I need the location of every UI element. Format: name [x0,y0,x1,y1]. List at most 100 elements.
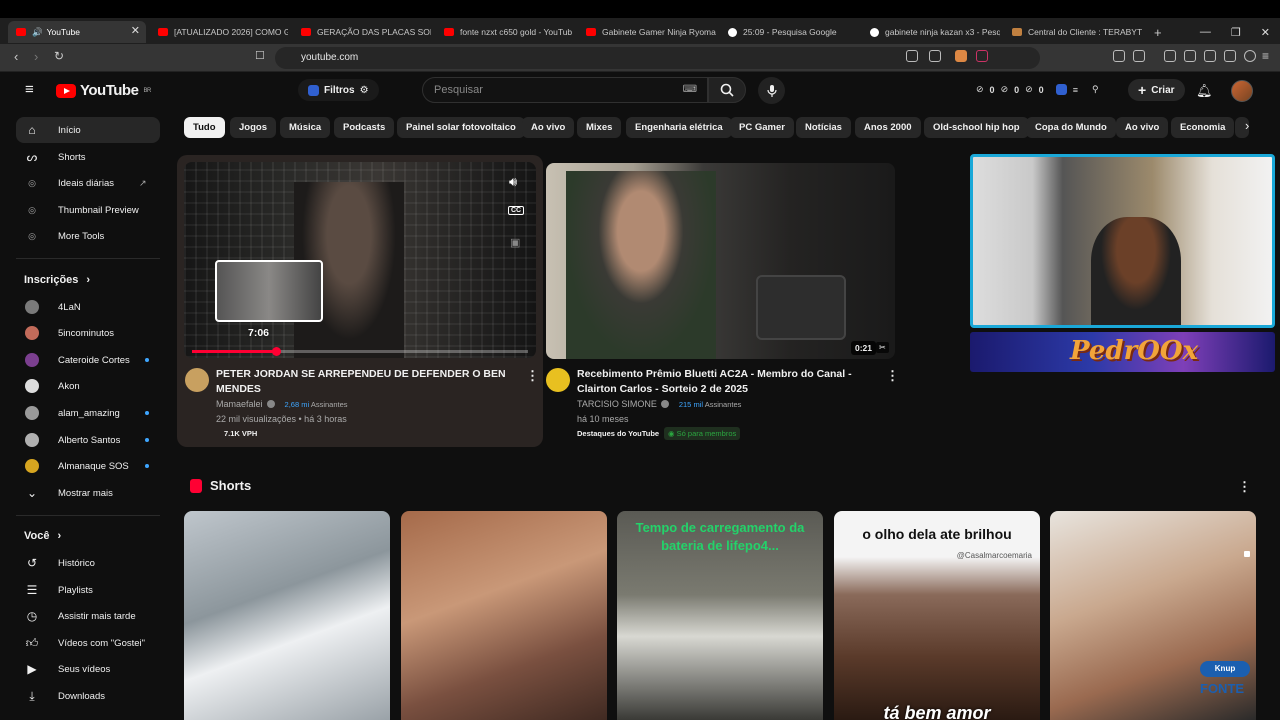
you-header[interactable]: Você › [24,530,61,542]
tab-4[interactable]: fonte nzxt c650 gold - YouTub [436,21,574,43]
more-options-icon[interactable]: ⋮ [526,368,539,384]
chevron-right-icon[interactable]: › [1245,118,1249,133]
channel-name[interactable]: Mamaefalei [216,399,263,409]
short-thumbnail[interactable] [401,511,607,720]
leo-icon[interactable] [1224,50,1236,62]
youtube-logo[interactable]: YouTube BR [56,82,151,99]
extension-icon[interactable] [1055,84,1067,95]
sidebar-item-ideias[interactable]: ◎ Ideais diárias ↗ [16,170,160,196]
tab-6[interactable]: 25:09 - Pesquisa Google [720,21,858,43]
close-window-icon[interactable]: ✕ [1261,26,1270,39]
sidebar-item-thumbnail-preview[interactable]: ◎ Thumbnail Preview [16,197,160,223]
share-icon[interactable] [929,50,941,62]
new-tab-button[interactable]: + [1146,21,1166,43]
account-avatar[interactable] [1231,80,1253,102]
subscriptions-header[interactable]: Inscrições › [24,274,90,286]
maximize-icon[interactable]: ❐ [1231,26,1241,39]
short-thumbnail[interactable]: Tempo de carregamento da bateria de life… [617,511,823,720]
progress-knob[interactable] [272,347,281,356]
sidebar-item-more-tools[interactable]: ◎ More Tools [16,223,160,249]
channel-avatar[interactable] [185,368,209,392]
chip[interactable]: Música [280,117,331,138]
search-input[interactable]: Pesquisar ⌨ [422,77,708,103]
short-thumbnail[interactable]: Knup FONTE [1050,511,1256,720]
menu-icon[interactable]: ≡ [1262,49,1269,63]
tab-7[interactable]: gabinete ninja kazan x3 - Pesq [862,21,1000,43]
chip[interactable]: Copa do Mundo [1026,117,1116,138]
tab-youtube[interactable]: 🔊 YouTube ✕ [8,21,146,43]
chip[interactable]: Economia [1171,117,1235,138]
subscription-item[interactable]: 5incominutos [16,320,160,346]
wallet-icon[interactable] [1204,50,1216,62]
subscription-item[interactable]: Cateroide Cortes [16,347,160,373]
chip[interactable]: Ao vivo [522,117,575,138]
progress-bar[interactable] [192,347,528,356]
subscription-item[interactable]: alam_amazing [16,400,160,426]
channel-name[interactable]: TARCISIO SIMONE [577,399,657,409]
bookmark-icon[interactable]: ☐ [255,49,265,62]
url-field[interactable]: youtube.com [275,47,1040,69]
chip[interactable]: PC Gamer [730,117,794,138]
reload-icon[interactable]: ↻ [54,49,64,63]
split-view-icon[interactable] [1184,50,1196,62]
picture-icon[interactable]: ▣ [510,236,520,249]
sidebar-item-shorts[interactable]: ᔕ Shorts [16,144,160,170]
install-icon[interactable] [906,50,918,62]
chip[interactable]: Ao vivo [1116,117,1169,138]
chip[interactable]: Painel solar fotovoltaico [397,117,525,138]
back-icon[interactable]: ‹ [14,49,18,64]
chip[interactable]: Old-school hip hop [924,117,1029,138]
sidebar-toggle-icon[interactable] [1133,50,1145,62]
volume-icon[interactable]: 🔊︎ [509,174,517,190]
subscription-item[interactable]: 4LaN [16,294,160,320]
video-title[interactable]: Recebimento Prêmio Bluetti AC2A - Membro… [577,367,872,397]
filters-button[interactable]: Filtros ⚙ [298,79,379,101]
vpn-icon[interactable] [1244,50,1256,62]
hamburger-menu-icon[interactable]: ≡ [25,81,34,98]
chip[interactable]: Engenharia elétrica [626,117,732,138]
extensions-icon[interactable] [1113,50,1125,62]
trophy-icon[interactable]: ⚲ [1092,84,1099,95]
short-thumbnail[interactable]: o olho dela ate brilhou @Casalmarcoemaria… [834,511,1040,720]
sidebar-item-videos-gostei[interactable]: 👍︎ Vídeos com "Gostei" [16,630,160,656]
chip[interactable]: Tudo [184,117,225,138]
subscription-item[interactable]: Almanaque SOS [16,453,160,479]
tab-2[interactable]: [ATUALIZADO 2026] COMO GA [150,21,288,43]
video-thumbnail[interactable] [546,163,895,359]
sidebar-item-inicio[interactable]: ⌂ Início [16,117,160,143]
sidebar-item-seus-videos[interactable]: ▶ Seus vídeos [16,656,160,682]
close-tab-icon[interactable]: ✕ [131,24,140,37]
keyboard-icon[interactable]: ⌨ [683,78,697,102]
tab-3[interactable]: GERAÇÃO DAS PLACAS SOLAR [293,21,431,43]
chip[interactable]: Podcasts [334,117,395,138]
rewards-icon[interactable] [976,50,988,62]
music-icon[interactable] [1164,50,1176,62]
brave-icon[interactable] [955,50,967,62]
tab-5[interactable]: Gabinete Gamer Ninja Ryoman [578,21,716,43]
sidebar-item-playlists[interactable]: ☰ Playlists [16,577,160,603]
voice-search-button[interactable] [758,77,785,104]
forward-icon[interactable]: › [34,49,38,64]
sidebar-item-historico[interactable]: ↺ Histórico [16,550,160,576]
tab-8[interactable]: Central do Cliente : TERABYTE [1004,21,1142,43]
notifications-bell-icon[interactable]: 🔔︎ [1196,83,1213,99]
sidebar-item-assistir-mais-tarde[interactable]: ◷ Assistir mais tarde [16,603,160,629]
video-title[interactable]: PETER JORDAN SE ARREPENDEU DE DEFENDER O… [216,367,516,397]
create-button[interactable]: + Criar [1128,79,1185,101]
chip[interactable]: Mixes [577,117,622,138]
subscription-item[interactable]: Akon [16,373,160,399]
chip[interactable]: Notícias [796,117,851,138]
sidebar-item-downloads[interactable]: ⤓ Downloads [16,683,160,709]
list-icon[interactable]: ≡ [1073,85,1078,95]
captions-icon[interactable]: CC [508,206,525,215]
short-thumbnail[interactable] [184,511,390,720]
more-options-icon[interactable]: ⋮ [1238,479,1251,495]
search-button[interactable] [708,77,746,103]
chip[interactable]: Anos 2000 [855,117,921,138]
minimize-icon[interactable]: — [1200,26,1211,38]
show-more-button[interactable]: ⌄ Mostrar mais [16,480,160,506]
chip[interactable]: Jogos [230,117,276,138]
more-options-icon[interactable]: ⋮ [886,368,899,384]
subscription-item[interactable]: Alberto Santos [16,427,160,453]
channel-avatar[interactable] [546,368,570,392]
